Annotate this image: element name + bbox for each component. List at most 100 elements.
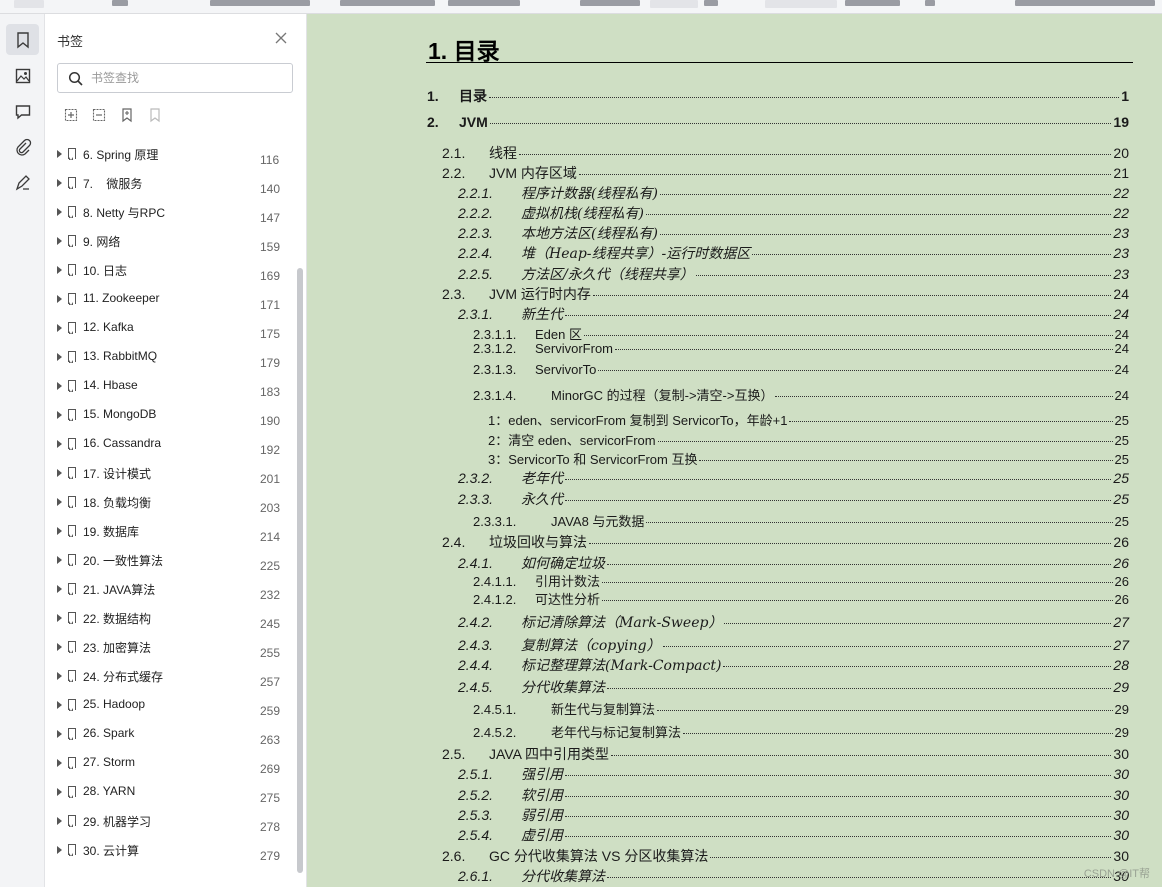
bookmark-item[interactable]: 8. Netty 与RPC 147 (45, 200, 295, 229)
toc-entry[interactable]: 2.3. JVM 运行时内存 24 (442, 284, 1129, 304)
toc-entry[interactable]: 2.5.4. 虚引用 30 (458, 825, 1129, 845)
attachments-tab[interactable] (6, 131, 39, 162)
expand-arrow-icon[interactable] (57, 382, 62, 390)
toc-entry[interactable]: 2.3.1.3. ServivorTo 24 (473, 362, 1129, 377)
toc-entry[interactable]: 2.3.1.2. ServivorFrom 24 (473, 341, 1129, 356)
bookmark-item[interactable]: 26. Spark 263 (45, 722, 295, 751)
toolbar-button[interactable] (340, 0, 435, 6)
toc-entry[interactable]: 1. 目录 1 (427, 86, 1129, 106)
toolbar-button[interactable] (845, 0, 900, 6)
toc-entry[interactable]: 2.4.5. 分代收集算法 29 (458, 677, 1129, 697)
expand-arrow-icon[interactable] (57, 701, 62, 709)
toc-entry[interactable]: 2.4.1.2. 可达性分析 26 (473, 589, 1129, 608)
toolbar-button[interactable] (765, 0, 837, 8)
bookmark-item[interactable]: 14. Hbase 183 (45, 374, 295, 403)
collapse-all-icon[interactable] (91, 107, 107, 123)
toc-entry[interactable]: 2.2.4. 堆（Heap-线程共享）-运行时数据区 23 (458, 243, 1129, 263)
bookmark-item[interactable]: 11. Zookeeper 171 (45, 287, 295, 316)
toc-entry[interactable]: 2.2.1. 程序计数器(线程私有) 22 (458, 183, 1129, 203)
bookmark-tab[interactable] (6, 24, 39, 55)
toc-entry[interactable]: 2.6. GC 分代收集算法 VS 分区收集算法 30 (442, 846, 1129, 866)
scrollbar[interactable] (297, 268, 303, 873)
expand-arrow-icon[interactable] (57, 556, 62, 564)
expand-arrow-icon[interactable] (57, 498, 62, 506)
bookmark-item[interactable]: 30. 云计算 279 (45, 838, 295, 867)
toc-entry[interactable]: 2.2.2. 虚拟机栈(线程私有) 22 (458, 203, 1129, 223)
expand-arrow-icon[interactable] (57, 817, 62, 825)
thumbnail-tab[interactable] (6, 60, 39, 91)
expand-arrow-icon[interactable] (57, 411, 62, 419)
toc-entry[interactable]: 2.4.5.2. 老年代与标记复制算法 29 (473, 722, 1129, 741)
toc-entry[interactable]: 2.4. 垃圾回收与算法 26 (442, 532, 1129, 552)
toc-entry[interactable]: 3：ServicorTo 和 ServicorFrom 互换 25 (488, 449, 1129, 468)
toc-entry[interactable]: 2. JVM 19 (427, 114, 1129, 130)
toolbar-button[interactable] (210, 0, 310, 6)
bookmark-item[interactable]: 19. 数据库 214 (45, 519, 295, 548)
signature-tab[interactable] (6, 167, 39, 198)
bookmark-item[interactable]: 27. Storm 269 (45, 751, 295, 780)
toc-entry[interactable]: 2.2. JVM 内存区域 21 (442, 163, 1129, 183)
bookmark-item[interactable]: 24. 分布式缓存 257 (45, 664, 295, 693)
toc-entry[interactable]: 2.5.1. 强引用 30 (458, 764, 1129, 784)
toc-entry[interactable]: 2.6.1. 分代收集算法 30 (458, 866, 1129, 886)
expand-arrow-icon[interactable] (57, 179, 62, 187)
bookmark-item[interactable]: 6. Spring 原理 116 (45, 142, 295, 171)
toolbar-button[interactable] (925, 0, 935, 6)
toolbar-button[interactable] (112, 0, 128, 6)
toc-entry[interactable]: 1：eden、servicorFrom 复制到 ServicorTo，年龄+1 2… (488, 410, 1129, 429)
expand-arrow-icon[interactable] (57, 295, 62, 303)
bookmark-item[interactable]: 29. 机器学习 278 (45, 809, 295, 838)
expand-arrow-icon[interactable] (57, 846, 62, 854)
delete-bookmark-icon[interactable] (147, 107, 163, 123)
toolbar-button[interactable] (704, 0, 718, 6)
expand-arrow-icon[interactable] (57, 759, 62, 767)
toc-entry[interactable]: 2.4.1. 如何确定垃圾 26 (458, 553, 1129, 573)
expand-arrow-icon[interactable] (57, 527, 62, 535)
expand-arrow-icon[interactable] (57, 730, 62, 738)
expand-arrow-icon[interactable] (57, 469, 62, 477)
bookmark-search[interactable] (57, 63, 293, 93)
expand-arrow-icon[interactable] (57, 440, 62, 448)
expand-arrow-icon[interactable] (57, 788, 62, 796)
expand-arrow-icon[interactable] (57, 353, 62, 361)
toc-entry[interactable]: 2.4.4. 标记整理算法(Mark-Compact) 28 (458, 655, 1129, 675)
bookmark-item[interactable]: 12. Kafka 175 (45, 316, 295, 345)
toc-entry[interactable]: 2.3.1. 新生代 24 (458, 304, 1129, 324)
toc-entry[interactable]: 2：清空 eden、servicorFrom 25 (488, 430, 1129, 449)
toc-entry[interactable]: 2.5.2. 软引用 30 (458, 785, 1129, 805)
toolbar-button[interactable] (650, 0, 698, 8)
toc-entry[interactable]: 2.3.2. 老年代 25 (458, 468, 1129, 488)
toc-entry[interactable]: 2.3.1.4. MinorGC 的过程（复制->清空->互换） 24 (473, 385, 1129, 404)
bookmark-item[interactable]: 10. 日志 169 (45, 258, 295, 287)
close-icon[interactable] (273, 30, 289, 46)
toolbar-button[interactable] (580, 0, 640, 6)
bookmark-item[interactable]: 16. Cassandra 192 (45, 432, 295, 461)
toc-entry[interactable]: 2.1. 线程 20 (442, 143, 1129, 163)
add-bookmark-icon[interactable] (119, 107, 135, 123)
bookmark-item[interactable]: 7. 微服务 140 (45, 171, 295, 200)
toc-entry[interactable]: 2.3.3. 永久代 25 (458, 489, 1129, 509)
bookmark-item[interactable]: 28. YARN 275 (45, 780, 295, 809)
expand-arrow-icon[interactable] (57, 614, 62, 622)
expand-arrow-icon[interactable] (57, 266, 62, 274)
expand-arrow-icon[interactable] (57, 643, 62, 651)
toolbar-button[interactable] (1015, 0, 1155, 6)
bookmark-item[interactable]: 20. 一致性算法 225 (45, 548, 295, 577)
search-input[interactable] (91, 69, 281, 87)
expand-all-icon[interactable] (63, 107, 79, 123)
expand-arrow-icon[interactable] (57, 237, 62, 245)
expand-arrow-icon[interactable] (57, 208, 62, 216)
toc-entry[interactable]: 2.4.5.1. 新生代与复制算法 29 (473, 699, 1129, 718)
expand-arrow-icon[interactable] (57, 150, 62, 158)
bookmark-item[interactable]: 18. 负载均衡 203 (45, 490, 295, 519)
bookmark-item[interactable]: 22. 数据结构 245 (45, 606, 295, 635)
toc-entry[interactable]: 2.3.3.1. JAVA8 与元数据 25 (473, 511, 1129, 530)
toolbar-button[interactable] (14, 0, 44, 8)
bookmark-item[interactable]: 17. 设计模式 201 (45, 461, 295, 490)
expand-arrow-icon[interactable] (57, 672, 62, 680)
bookmark-item[interactable]: 25. Hadoop 259 (45, 693, 295, 722)
toc-entry[interactable]: 2.4.1.1. 引用计数法 26 (473, 571, 1129, 590)
toc-entry[interactable]: 2.4.2. 标记清除算法（Mark-Sweep） 27 (458, 612, 1129, 632)
toolbar-button[interactable] (448, 0, 520, 6)
comments-tab[interactable] (6, 96, 39, 127)
